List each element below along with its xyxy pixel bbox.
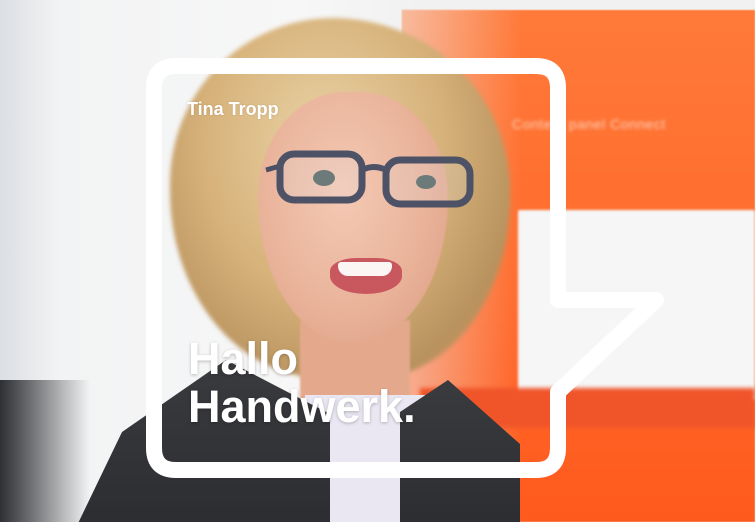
person-name: Tina Tropp xyxy=(187,99,279,119)
person-teeth xyxy=(338,262,392,276)
background-white-card xyxy=(518,210,755,400)
hero-image: Content panel Connect Tina Tropp Hallo H… xyxy=(0,0,755,522)
headline: Hallo Handwerk. xyxy=(188,335,416,431)
person-mouth xyxy=(330,258,402,294)
background-blurred-text: Content panel Connect xyxy=(512,116,666,132)
foreground-shadow xyxy=(0,380,90,522)
headline-line-1: Hallo xyxy=(188,333,299,384)
glasses-icon xyxy=(265,150,474,208)
headline-line-2: Handwerk. xyxy=(188,381,416,432)
